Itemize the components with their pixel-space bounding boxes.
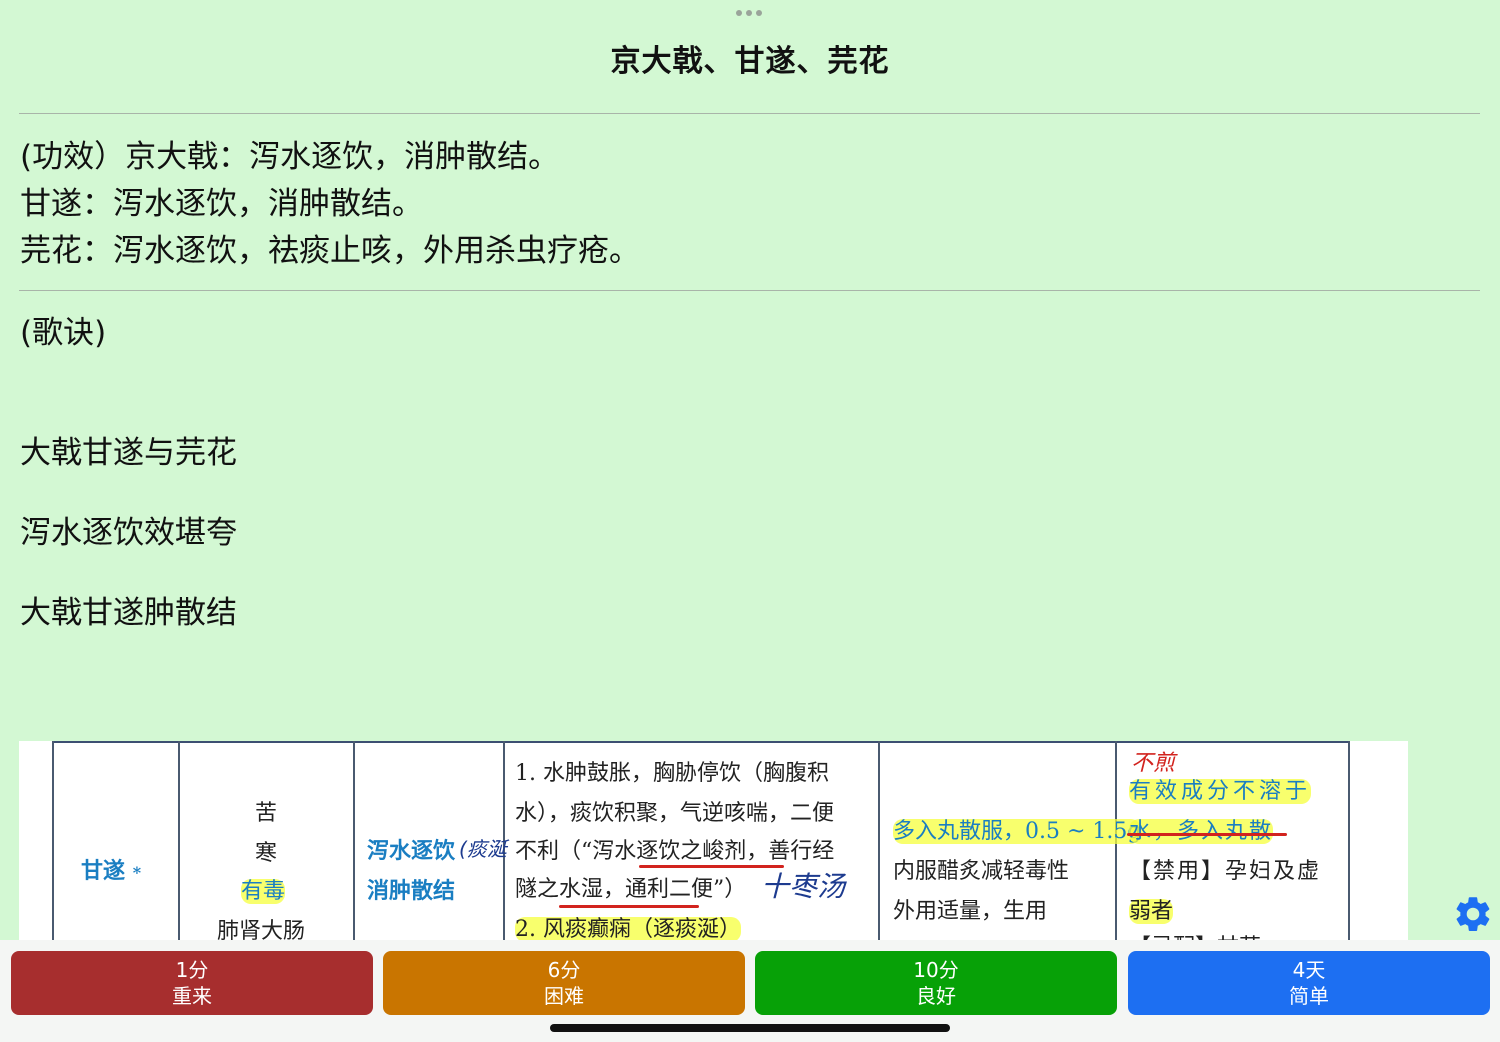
easy-button[interactable]: 4天 简单 [1128,951,1490,1015]
effect-note: (痰涎 [459,837,507,861]
caution-line-1: 有效成分不溶于 [1129,779,1312,804]
effect-1: 泻水逐饮 [367,838,456,864]
caution-line-2: 水，多入丸散 [1129,819,1274,844]
caution-line-4: 弱者 [1129,899,1174,924]
effect-2: 消肿散结 [367,878,456,904]
indication-line-4: 隧之水湿，通利二便”） [515,877,747,902]
usage-line-1: 多入丸散服，0.5 ~ 1.5g [893,819,1142,844]
indication-line-2: 水），痰饮积聚，气逆咳喘，二便 [515,801,835,826]
divider-middle [19,290,1480,291]
caution-line-3: 【禁用】孕妇及虚 [1129,859,1322,884]
hard-label: 困难 [544,984,584,1008]
usage-line-2: 内服醋炙减轻毒性 [893,859,1070,884]
again-button[interactable]: 1分 重来 [11,951,373,1015]
indication-line-1: 1. 水肿鼓胀，胸胁停饮（胸腹积 [515,761,829,786]
again-interval: 1分 [175,958,209,982]
divider-top [19,113,1480,114]
efficacy-line-2: 甘遂：泻水逐饮，消肿散结。 [20,186,423,222]
indication-note: 十枣汤 [761,870,846,903]
nature-meridian: 肺肾大肠 [217,919,306,941]
textbook-table-image: 甘遂 * 苦 寒 有毒 肺肾大肠 泻水逐饮 (痰涎 消肿散结 1. 水肿鼓胀，胸… [19,741,1408,941]
herb-name: 甘遂 * [81,858,142,884]
mnemonic-line-3: 大戟甘遂肿散结 [20,595,237,631]
good-interval: 10分 [913,958,959,982]
good-button[interactable]: 10分 良好 [755,951,1117,1015]
nature-taste: 苦 [255,801,278,826]
card-title: 京大戟、甘遂、芫花 [610,44,890,79]
more-options-handle[interactable] [736,10,762,16]
efficacy-line-3: 芫花：泻水逐饮，祛痰止咳，外用杀虫疗疮。 [20,233,640,269]
again-label: 重来 [172,984,212,1008]
easy-label: 简单 [1289,984,1329,1008]
easy-interval: 4天 [1292,958,1326,982]
mnemonic-line-1: 大戟甘遂与芫花 [20,435,237,471]
hard-interval: 6分 [547,958,581,982]
efficacy-line-1: (功效）京大戟：泻水逐饮，消肿散结。 [20,139,560,175]
usage-line-3: 外用适量，生用 [893,899,1048,924]
mnemonic-heading: (歌诀) [20,315,107,351]
hard-button[interactable]: 6分 困难 [383,951,745,1015]
indication-line-5: 2. 风痰癫痫（逐痰涎） [515,917,741,941]
nature-toxicity: 有毒 [241,879,286,904]
gear-icon[interactable] [1452,893,1494,935]
mnemonic-line-2: 泻水逐饮效堪夸 [20,515,237,551]
good-label: 良好 [916,984,956,1008]
home-indicator[interactable] [550,1024,950,1032]
nature-property: 寒 [255,841,278,866]
indication-line-3: 不利（“泻水逐饮之峻剂，善行经 [515,839,835,864]
